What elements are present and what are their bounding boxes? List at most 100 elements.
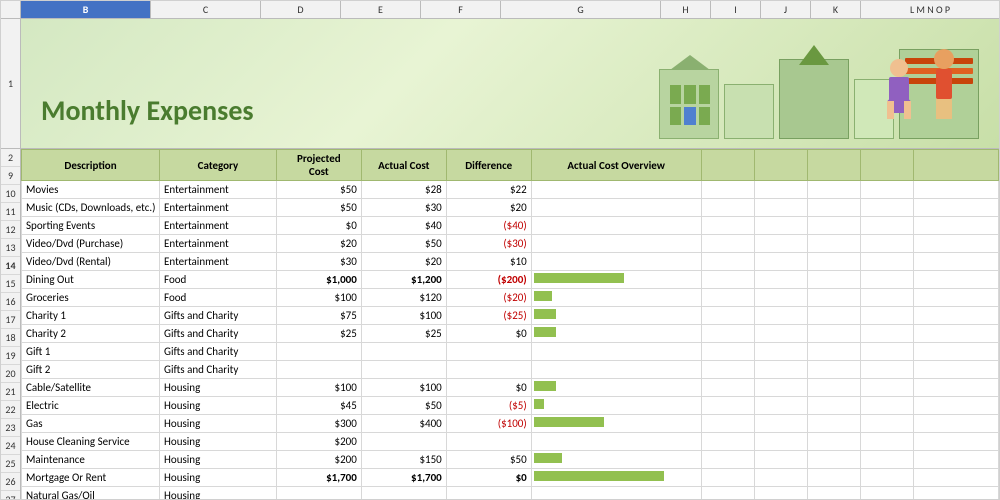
col-header-c: C	[151, 1, 261, 18]
cell-empty	[754, 469, 807, 487]
table-row[interactable]: Gift 1Gifts and Charity	[22, 343, 999, 361]
table-area[interactable]: Description Category ProjectedCost Actua…	[21, 149, 999, 499]
table-row[interactable]: Mortgage Or RentHousing$1,700$1,700$0	[22, 469, 999, 487]
table-row[interactable]: Charity 1Gifts and Charity$75$100($25)	[22, 307, 999, 325]
cell-actual: $40	[361, 217, 446, 235]
cell-category: Housing	[160, 451, 277, 469]
cell-chart	[531, 451, 701, 469]
cell-projected: $200	[276, 451, 361, 469]
row-num-21: 21	[1, 383, 20, 401]
cell-description: Gas	[22, 415, 160, 433]
cell-category: Housing	[160, 433, 277, 451]
cell-difference	[446, 361, 531, 379]
cell-empty	[914, 343, 999, 361]
cell-projected: $300	[276, 415, 361, 433]
bar-chart	[534, 273, 624, 283]
cell-empty	[807, 289, 860, 307]
cell-projected: $0	[276, 217, 361, 235]
cell-projected: $50	[276, 181, 361, 199]
table-row[interactable]: GroceriesFood$100$120($20)	[22, 289, 999, 307]
table-row[interactable]: Video/Dvd (Purchase)Entertainment$20$50(…	[22, 235, 999, 253]
row-num-11: 11	[1, 203, 20, 221]
col-header-projected: ProjectedCost	[276, 150, 361, 181]
cell-actual	[361, 361, 446, 379]
col-header-h: H	[661, 1, 711, 18]
cell-empty	[860, 451, 913, 469]
cell-difference: ($100)	[446, 415, 531, 433]
table-row[interactable]: Charity 2Gifts and Charity$25$25$0	[22, 325, 999, 343]
cell-empty	[860, 253, 913, 271]
cell-empty	[807, 397, 860, 415]
building-3	[779, 59, 849, 139]
table-row[interactable]: MoviesEntertainment$50$28$22	[22, 181, 999, 199]
col-header-description: Description	[22, 150, 160, 181]
row-num-26: 26	[1, 473, 20, 491]
table-header-row: Description Category ProjectedCost Actua…	[22, 150, 999, 181]
cell-actual: $1,700	[361, 469, 446, 487]
cell-projected: $45	[276, 397, 361, 415]
cell-projected: $75	[276, 307, 361, 325]
cell-description: Movies	[22, 181, 160, 199]
cell-chart	[531, 487, 701, 499]
cell-empty	[914, 397, 999, 415]
cell-category: Gifts and Charity	[160, 343, 277, 361]
bar-chart	[534, 453, 562, 463]
table-row[interactable]: Video/Dvd (Rental)Entertainment$30$20$10	[22, 253, 999, 271]
cell-chart	[531, 271, 701, 289]
bar-chart	[534, 381, 556, 391]
cell-difference: $0	[446, 379, 531, 397]
cell-actual: $30	[361, 199, 446, 217]
cell-empty	[807, 217, 860, 235]
table-row[interactable]: Gift 2Gifts and Charity	[22, 361, 999, 379]
cell-actual: $400	[361, 415, 446, 433]
cell-empty	[807, 361, 860, 379]
cell-actual: $28	[361, 181, 446, 199]
cell-empty	[914, 217, 999, 235]
cell-empty	[807, 181, 860, 199]
cell-category: Housing	[160, 487, 277, 499]
table-row[interactable]: GasHousing$300$400($100)	[22, 415, 999, 433]
cell-empty	[860, 469, 913, 487]
table-row[interactable]: Music (CDs, Downloads, etc.)Entertainmen…	[22, 199, 999, 217]
row-num-19: 19	[1, 347, 20, 365]
cell-description: Music (CDs, Downloads, etc.)	[22, 199, 160, 217]
table-row[interactable]: Dining OutFood$1,000$1,200($200)	[22, 271, 999, 289]
spreadsheet: B C D E F G H I J K L M N O P 1 2 9 10 1…	[0, 0, 1000, 500]
table-row[interactable]: House Cleaning ServiceHousing$200	[22, 433, 999, 451]
row-num-23: 23	[1, 419, 20, 437]
shopping-figure	[919, 49, 969, 139]
cell-description: Video/Dvd (Rental)	[22, 253, 160, 271]
cell-empty	[807, 469, 860, 487]
cell-chart	[531, 217, 701, 235]
table-row[interactable]: Sporting EventsEntertainment$0$40($40)	[22, 217, 999, 235]
column-headers-row: B C D E F G H I J K L M N O P	[1, 1, 999, 19]
cell-empty	[807, 451, 860, 469]
table-row[interactable]: Cable/SatelliteHousing$100$100$0	[22, 379, 999, 397]
col-header-f: F	[421, 1, 501, 18]
cell-description: Gift 2	[22, 361, 160, 379]
table-row[interactable]: Natural Gas/OilHousing	[22, 487, 999, 499]
table-row[interactable]: ElectricHousing$45$50($5)	[22, 397, 999, 415]
cell-projected: $30	[276, 253, 361, 271]
row-num-12: 12	[1, 221, 20, 239]
cell-empty	[754, 217, 807, 235]
cell-difference: $50	[446, 451, 531, 469]
cell-description: Maintenance	[22, 451, 160, 469]
col-header-e: E	[341, 1, 421, 18]
cell-empty	[754, 199, 807, 217]
cell-difference	[446, 433, 531, 451]
bar-chart	[534, 471, 664, 481]
col-header-rest: L M N O P	[861, 1, 999, 18]
cell-chart	[531, 253, 701, 271]
cell-empty	[754, 235, 807, 253]
cell-empty	[860, 217, 913, 235]
cell-empty	[807, 433, 860, 451]
cell-empty	[701, 271, 754, 289]
cell-empty	[701, 289, 754, 307]
cell-projected: $200	[276, 433, 361, 451]
cell-chart	[531, 199, 701, 217]
cell-category: Housing	[160, 397, 277, 415]
cell-description: Charity 2	[22, 325, 160, 343]
table-row[interactable]: MaintenanceHousing$200$150$50	[22, 451, 999, 469]
cell-difference: ($200)	[446, 271, 531, 289]
